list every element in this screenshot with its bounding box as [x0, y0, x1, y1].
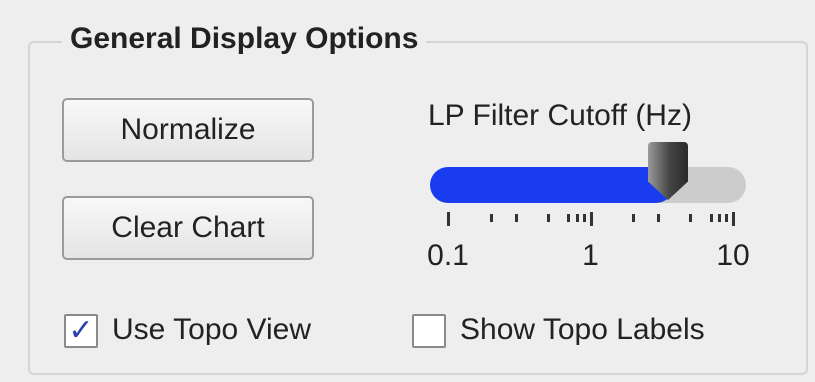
- lp-filter-cutoff-label: LP Filter Cutoff (Hz): [428, 99, 692, 132]
- major-tick: [732, 212, 735, 226]
- use-topo-view-checkbox[interactable]: ✓: [64, 314, 98, 348]
- minor-tick: [575, 214, 579, 222]
- minor-tick: [709, 214, 713, 222]
- checkmark-icon: ✓: [68, 314, 94, 347]
- lp-filter-slider-fill: [430, 167, 675, 203]
- minor-tick: [718, 214, 722, 222]
- display-options-panel: General Display Options Normalize Clear …: [0, 0, 815, 382]
- minor-tick: [567, 214, 571, 222]
- tick-label-max: 10: [716, 239, 750, 272]
- minor-tick: [489, 214, 493, 222]
- major-tick: [589, 212, 593, 226]
- minor-tick: [632, 214, 636, 222]
- show-topo-labels-label: Show Topo Labels: [460, 313, 705, 346]
- tick-label-mid: 1: [582, 239, 599, 272]
- tick-label-min: 0.1: [427, 239, 469, 272]
- minor-tick: [657, 214, 661, 222]
- use-topo-view-label: Use Topo View: [112, 313, 312, 346]
- clear-chart-button[interactable]: Clear Chart: [62, 196, 314, 260]
- show-topo-labels-checkbox[interactable]: [412, 314, 446, 348]
- minor-tick: [582, 214, 586, 222]
- minor-tick: [514, 214, 518, 222]
- major-tick: [447, 212, 450, 226]
- minor-tick: [546, 214, 550, 222]
- group-title: General Display Options: [62, 19, 427, 59]
- minor-tick: [689, 214, 693, 222]
- minor-tick: [725, 214, 729, 222]
- normalize-button[interactable]: Normalize: [62, 98, 314, 162]
